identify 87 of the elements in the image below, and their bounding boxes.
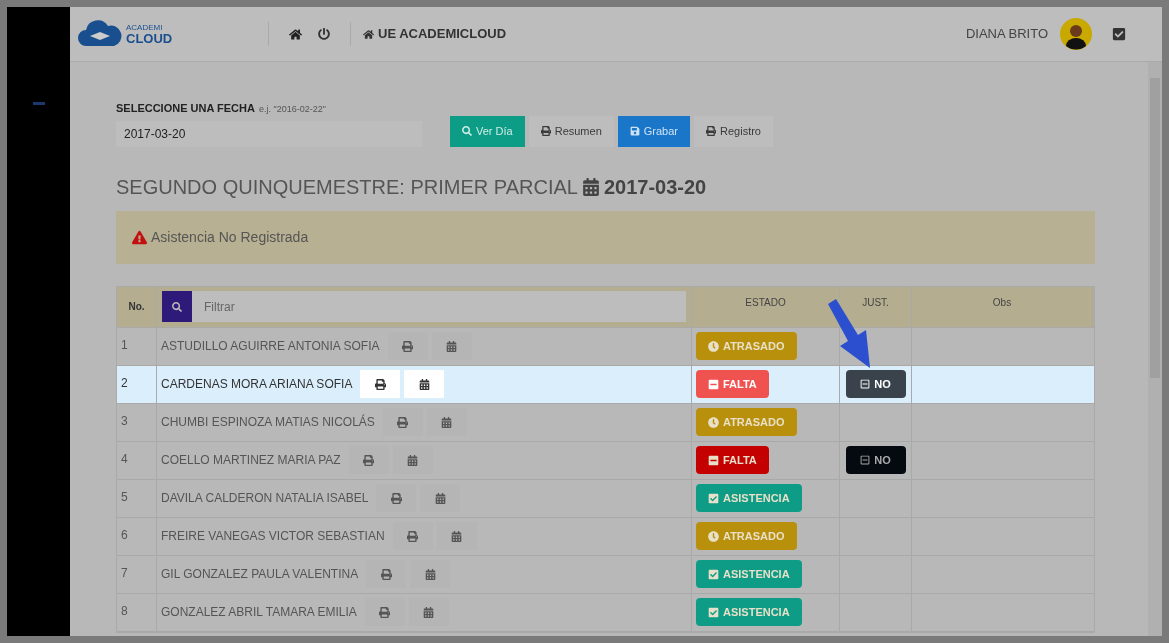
page-heading: SEGUNDO QUINQUEMESTRE: PRIMER PARCIAL: [116, 174, 578, 200]
status-icon: [708, 454, 719, 466]
row-number: 5: [121, 489, 128, 504]
print-icon: [374, 378, 386, 390]
warning-icon: [132, 229, 147, 245]
search-icon: [462, 126, 472, 136]
print-button[interactable]: [360, 370, 401, 398]
avatar[interactable]: [1060, 18, 1092, 50]
print-icon: [540, 126, 551, 136]
justification-button[interactable]: NO: [845, 446, 906, 474]
filter-field[interactable]: Filtrar: [192, 291, 686, 322]
power-icon[interactable]: [318, 28, 330, 40]
status-button[interactable]: ASISTENCIA: [696, 598, 802, 626]
calendar-icon: [424, 568, 436, 580]
print-button[interactable]: Resumen: [528, 115, 614, 147]
row-number: 4: [121, 451, 128, 466]
status-button[interactable]: ATRASADO: [696, 522, 797, 550]
calendar-icon: [423, 606, 435, 618]
minus-icon: [860, 455, 871, 465]
calendar-icon: [441, 416, 453, 428]
student-name: ASTUDILLO AGUIRRE ANTONIA SOFIA: [161, 338, 380, 355]
print-icon: [407, 530, 419, 542]
calendar-icon: [407, 454, 419, 466]
student-name: CARDENAS MORA ARIANA SOFIA: [161, 376, 353, 393]
user-name[interactable]: DIANA BRITO: [965, 24, 1048, 44]
print-button[interactable]: Registro: [694, 115, 773, 147]
save-button[interactable]: Grabar: [617, 115, 690, 147]
status-icon: [708, 378, 719, 390]
print-icon: [397, 416, 409, 428]
logo-text: CLOUD: [126, 31, 173, 45]
status-button[interactable]: ASISTENCIA: [696, 484, 802, 512]
alert-text: Asistencia No Registrada: [151, 227, 309, 247]
row-number: 2: [121, 375, 128, 390]
student-name: DAVILA CALDERON NATALIA ISABEL: [161, 490, 369, 507]
student-name: FREIRE VANEGAS VICTOR SEBASTIAN: [161, 528, 385, 545]
school-name: UE ACADEMICLOUD: [378, 25, 507, 44]
status-button[interactable]: ATRASADO: [696, 408, 797, 436]
student-name: GONZALEZ ABRIL TAMARA EMILIA: [161, 604, 357, 621]
home-icon[interactable]: [289, 27, 302, 41]
minus-icon: [860, 379, 871, 389]
search-button[interactable]: [162, 291, 192, 322]
calendar-icon: [434, 492, 446, 504]
status-icon: [708, 416, 719, 428]
student-name: GIL GONZALEZ PAULA VALENTINA: [161, 566, 359, 583]
column-header: Obs: [992, 295, 1012, 310]
row-number: 1: [121, 337, 128, 352]
save-icon: [629, 126, 640, 136]
row-number: 6: [121, 527, 128, 542]
student-name: COELLO MARTINEZ MARIA PAZ: [161, 452, 341, 469]
row-number: 3: [121, 413, 128, 428]
print-icon: [390, 492, 402, 504]
status-icon: [708, 492, 719, 504]
calendar-icon: [418, 378, 430, 390]
logo-text: ACADEMI: [126, 23, 164, 32]
search-icon: [172, 301, 182, 312]
status-icon: [708, 606, 719, 618]
column-header: ESTADO: [745, 295, 786, 310]
status-button[interactable]: ATRASADO: [696, 332, 797, 360]
student-name: CHUMBI ESPINOZA MATIAS NICOLÁS: [161, 413, 375, 431]
date-label: SELECCIONE UNA FECHA: [116, 101, 255, 116]
calendar-button[interactable]: [404, 370, 445, 398]
print-icon: [706, 126, 716, 136]
row-number: 8: [121, 603, 128, 618]
user-menu-icon[interactable]: [1112, 27, 1126, 41]
column-header: JUST.: [862, 295, 889, 310]
home-icon: [363, 28, 374, 40]
calendar-icon: [446, 340, 457, 352]
justification-button[interactable]: NO: [845, 370, 906, 398]
calendar-icon: [581, 177, 600, 196]
view-day-button[interactable]: Ver Día: [450, 115, 525, 147]
column-header: No.: [128, 300, 145, 314]
row-number: 7: [121, 565, 128, 580]
status-icon: [708, 530, 719, 542]
print-icon: [379, 606, 391, 618]
status-icon: [708, 568, 719, 580]
status-button[interactable]: FALTA: [696, 446, 769, 474]
status-icon: [708, 340, 719, 352]
date-field[interactable]: 2017-03-20: [116, 120, 422, 147]
heading-date: 2017-03-20: [603, 174, 707, 200]
scrollbar[interactable]: [1148, 62, 1162, 636]
print-icon: [402, 340, 413, 352]
print-icon: [363, 454, 375, 466]
status-button[interactable]: ASISTENCIA: [696, 560, 802, 588]
print-icon: [380, 568, 392, 580]
date-hint: e.j. "2016-02-22": [258, 103, 326, 116]
status-button[interactable]: FALTA: [696, 370, 769, 398]
calendar-icon: [451, 530, 463, 542]
